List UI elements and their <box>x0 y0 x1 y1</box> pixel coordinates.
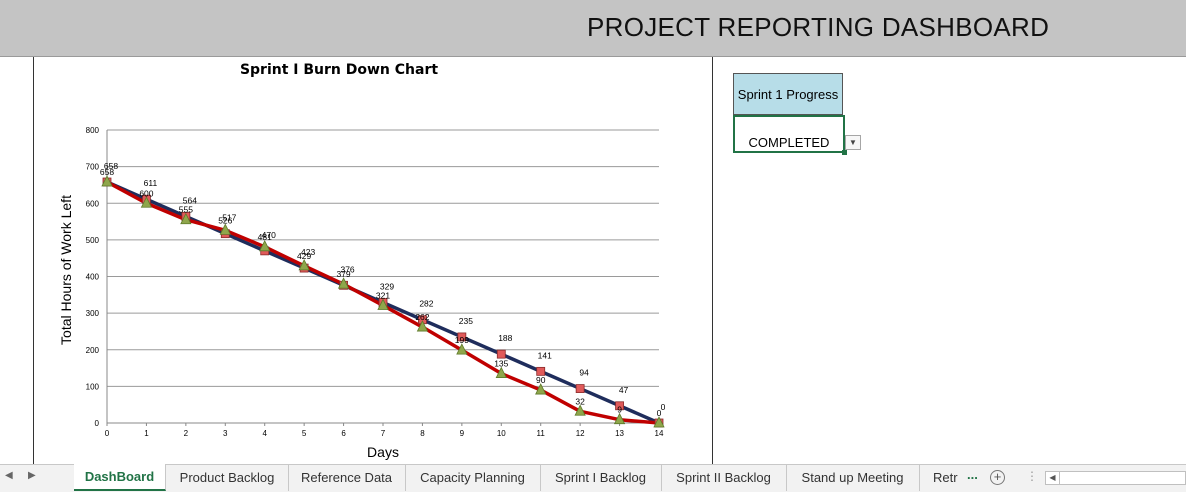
data-label: 0 <box>661 402 666 412</box>
tab-reference-data[interactable]: Reference Data <box>288 465 406 491</box>
x-tick-label: 0 <box>105 429 110 438</box>
y-tick-label: 600 <box>86 199 100 208</box>
x-tick-label: 12 <box>576 429 585 438</box>
chart-grid <box>106 129 660 426</box>
x-tick-label: 13 <box>615 429 624 438</box>
x-tick-label: 11 <box>537 429 546 438</box>
tab-sprint-ii-backlog[interactable]: Sprint II Backlog <box>661 465 787 491</box>
x-tick-label: 14 <box>655 429 664 438</box>
y-tick-label: 500 <box>86 236 100 245</box>
data-label: 199 <box>455 335 469 345</box>
chart-border-right <box>712 57 713 464</box>
tab-dashboard[interactable]: DashBoard <box>74 464 166 491</box>
data-label: 32 <box>575 396 585 406</box>
data-label: 611 <box>144 178 158 188</box>
data-label: 0 <box>657 408 662 418</box>
x-tick-label: 8 <box>420 429 425 438</box>
tab-product-backlog[interactable]: Product Backlog <box>166 465 289 491</box>
tab-capacity-planning[interactable]: Capacity Planning <box>405 465 541 491</box>
data-label: 321 <box>376 290 390 300</box>
data-label: 262 <box>415 312 429 322</box>
tab-retrospective[interactable]: Retr <box>919 465 961 491</box>
tab-stand-up-meeting[interactable]: Stand up Meeting <box>786 465 920 491</box>
dashboard-banner: PROJECT REPORTING DASHBOARD <box>0 0 1186 57</box>
sheet-tab-bar: ◀ ▶ DashBoard Product Backlog Reference … <box>0 464 1186 492</box>
scroll-tabs-left-icon[interactable]: ◀ <box>5 470 13 481</box>
tab-sprint-i-backlog[interactable]: Sprint I Backlog <box>540 465 662 491</box>
chart-title: Sprint I Burn Down Chart <box>239 62 439 78</box>
chart-border-left <box>33 57 34 464</box>
x-tick-label: 6 <box>341 429 346 438</box>
scroll-left-icon[interactable]: ◀ <box>1046 472 1060 484</box>
data-label: 429 <box>297 251 311 261</box>
y-tick-label: 200 <box>86 346 100 355</box>
y-tick-label: 0 <box>95 419 100 428</box>
x-tick-label: 4 <box>262 429 267 438</box>
x-tick-label: 9 <box>460 429 465 438</box>
ideal-point <box>575 384 585 393</box>
x-tick-label: 7 <box>381 429 386 438</box>
data-label: 47 <box>619 385 629 395</box>
data-label: 135 <box>494 359 508 369</box>
x-axis-label: Days <box>367 444 399 460</box>
data-label: 188 <box>498 333 512 343</box>
data-label: 379 <box>336 269 350 279</box>
data-label: 235 <box>459 316 473 326</box>
data-label: 658 <box>100 167 114 177</box>
y-tick-label: 300 <box>86 309 100 318</box>
tab-splitter-icon[interactable]: ⋮ <box>1026 469 1038 483</box>
x-tick-label: 10 <box>497 429 506 438</box>
x-tick-label: 2 <box>184 429 189 438</box>
ideal-point <box>496 349 506 359</box>
burn-down-chart: 01002003004005006007008000 1 2 3 4 5 6 7 8 9 10 11 1… <box>58 126 666 460</box>
y-axis-label: Total Hours of Work Left <box>58 195 74 345</box>
data-label: 141 <box>538 350 552 360</box>
x-tick-label: 5 <box>302 429 307 438</box>
x-tick-label: 3 <box>223 429 228 438</box>
y-tick-label: 700 <box>86 163 100 172</box>
sprint-progress-header: Sprint 1 Progress <box>733 73 843 115</box>
y-tick-label: 400 <box>86 273 100 282</box>
y-tick-label: 100 <box>86 382 100 391</box>
sprint-progress-cell[interactable]: COMPLETED <box>733 115 845 153</box>
scroll-tabs-right-icon[interactable]: ▶ <box>28 470 36 481</box>
horizontal-scrollbar[interactable]: ◀ <box>1045 471 1186 485</box>
data-label: 481 <box>258 232 272 242</box>
data-label: 9 <box>617 405 622 415</box>
data-label: 600 <box>139 188 153 198</box>
dropdown-arrow-icon[interactable]: ▼ <box>845 135 861 150</box>
data-label: 94 <box>579 368 589 378</box>
x-tick-label: 1 <box>144 429 149 438</box>
data-label: 555 <box>179 205 193 215</box>
data-label: 90 <box>536 375 546 385</box>
cell-fill-handle[interactable] <box>842 150 847 155</box>
more-tabs-button[interactable]: ... <box>967 467 978 482</box>
y-tick-label: 800 <box>86 126 100 135</box>
data-label: 526 <box>218 215 232 225</box>
data-labels: 6586115645174704233763292822351881419447… <box>100 161 666 418</box>
data-label: 282 <box>419 299 433 309</box>
add-sheet-icon[interactable]: + <box>990 470 1005 485</box>
dashboard-title: PROJECT REPORTING DASHBOARD <box>587 12 1050 42</box>
